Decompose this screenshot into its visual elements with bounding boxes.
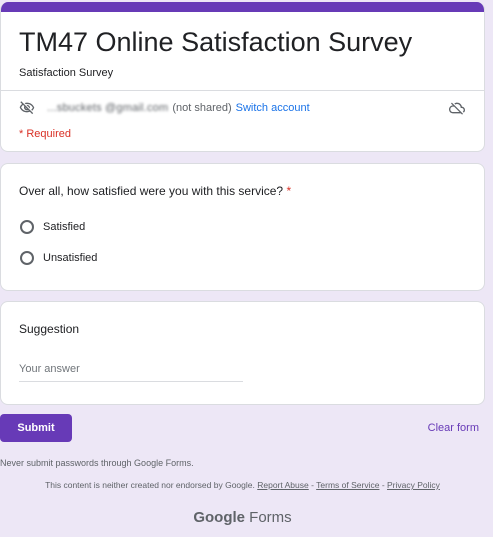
radio-label: Unsatisfied xyxy=(43,252,98,264)
question-title: Over all, how satisfied were you with th… xyxy=(19,184,291,198)
account-email: ...sbuckets @gmail.com xyxy=(47,102,169,114)
radio-option-satisfied[interactable]: Satisfied xyxy=(20,220,85,234)
form-title: TM47 Online Satisfaction Survey xyxy=(19,27,413,57)
submit-button[interactable]: Submit xyxy=(0,414,72,442)
form-header-card: TM47 Online Satisfaction Survey Satisfac… xyxy=(0,2,485,152)
radio-label: Satisfied xyxy=(43,221,86,233)
disclaimer-text: This content is neither created nor endo… xyxy=(45,480,255,490)
question-card: Over all, how satisfied were you with th… xyxy=(0,163,485,291)
radio-button[interactable] xyxy=(20,220,34,234)
terms-link[interactable]: Terms of Service xyxy=(316,480,379,490)
account-row: ...sbuckets @gmail.com (not shared) Swit… xyxy=(19,98,466,118)
suggestion-input[interactable]: Your answer xyxy=(19,363,243,382)
radio-option-unsatisfied[interactable]: Unsatisfied xyxy=(20,251,97,265)
suggestion-title: Suggestion xyxy=(19,322,80,336)
required-note: * Required xyxy=(19,128,71,140)
privacy-link[interactable]: Privacy Policy xyxy=(387,480,440,490)
clear-form-button[interactable]: Clear form xyxy=(428,422,479,434)
brand-google: Google xyxy=(193,509,245,526)
report-abuse-link[interactable]: Report Abuse xyxy=(257,480,309,490)
question-text: Over all, how satisfied were you with th… xyxy=(19,184,284,198)
brand-forms: Forms xyxy=(249,509,292,526)
form-description: Satisfaction Survey xyxy=(19,67,114,79)
required-asterisk: * xyxy=(286,184,292,198)
cloud-off-icon xyxy=(449,102,465,115)
not-shared-label: (not shared) xyxy=(172,102,232,114)
divider xyxy=(1,90,484,91)
radio-button[interactable] xyxy=(20,251,34,265)
switch-account-link[interactable]: Switch account xyxy=(236,102,310,114)
google-forms-logo[interactable]: Google Forms xyxy=(0,509,485,526)
password-warning: Never submit passwords through Google Fo… xyxy=(0,458,194,468)
eye-off-icon xyxy=(19,101,35,115)
disclaimer: This content is neither created nor endo… xyxy=(0,480,485,490)
accent-bar xyxy=(1,2,484,12)
separator: - xyxy=(379,480,388,490)
suggestion-card: Suggestion Your answer xyxy=(0,301,485,405)
